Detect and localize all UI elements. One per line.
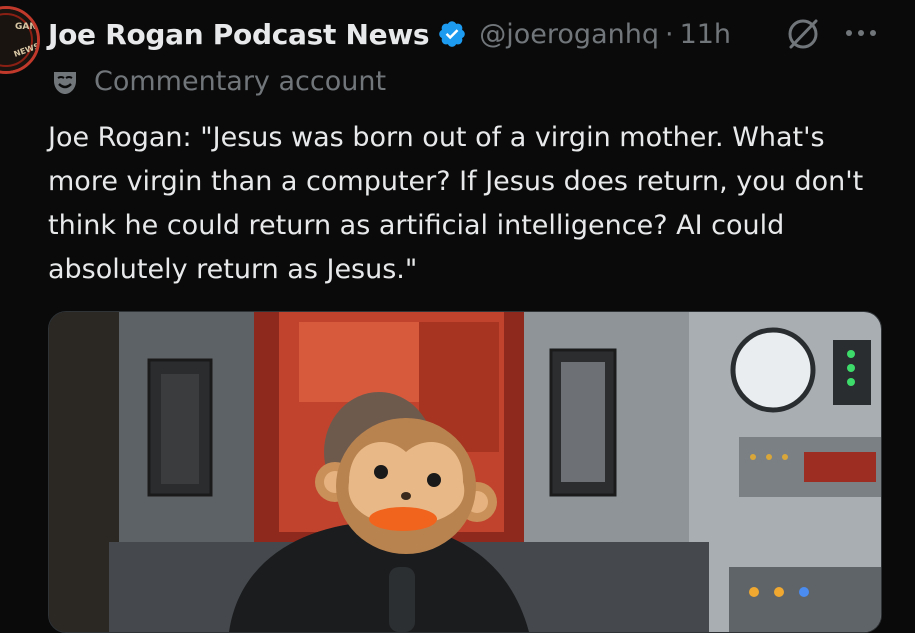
avatar-text-top: GAN (15, 22, 37, 32)
tweet-media-image[interactable] (48, 311, 882, 633)
account-label-row: Commentary account (50, 66, 386, 97)
theater-mask-icon (54, 71, 76, 94)
author-avatar[interactable]: GAN NEWS (0, 6, 40, 74)
more-options-icon[interactable] (843, 26, 879, 40)
author-handle[interactable]: @joeroganhq (479, 19, 659, 50)
tweet-timestamp[interactable]: 11h (680, 19, 731, 50)
tweet-header: Joe Rogan Podcast News @joeroganhq · 11h (48, 14, 731, 54)
author-display-name[interactable]: Joe Rogan Podcast News (48, 18, 430, 51)
verified-badge-icon[interactable] (437, 19, 467, 49)
grok-icon[interactable] (783, 14, 823, 54)
tweet-text: Joe Rogan: "Jesus was born out of a virg… (48, 122, 872, 285)
header-separator: · (664, 18, 674, 50)
commentary-account-label: Commentary account (94, 66, 387, 97)
